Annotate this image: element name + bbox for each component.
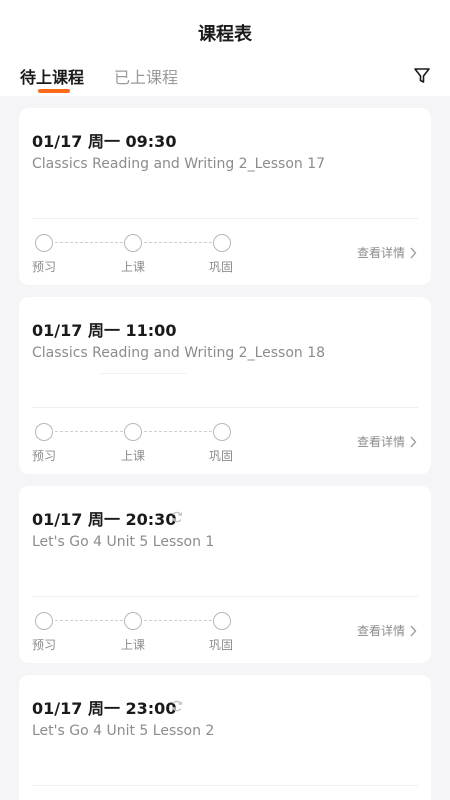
step-preview-circle (35, 234, 53, 252)
step-connector (55, 242, 123, 243)
course-progress-steps: 预习 上课 巩固 (19, 234, 319, 274)
card-divider (32, 218, 418, 219)
tab-upcoming[interactable]: 待上课程 (20, 64, 84, 88)
step-connector (144, 431, 212, 432)
course-title: Let's Go 4 Unit 5 Lesson 2 (32, 723, 215, 739)
course-card[interactable]: 01/17 周一 23:00 Let's Go 4 Unit 5 Lesson … (19, 675, 431, 800)
page-title: 课程表 (198, 24, 252, 45)
view-details-label: 查看详情 (356, 624, 405, 638)
step-review-label: 巩固 (209, 638, 234, 652)
tab-completed[interactable]: 已上课程 (114, 64, 178, 88)
step-class-label: 上课 (121, 449, 146, 463)
chevron-right-icon (410, 625, 417, 636)
course-time: 01/17 周一 09:30 (32, 132, 177, 151)
course-card[interactable]: 01/17 周一 09:30 Classics Reading and Writ… (19, 108, 431, 285)
card-divider (32, 407, 418, 408)
step-class-label: 上课 (121, 260, 146, 274)
step-preview-label: 预习 (32, 260, 57, 274)
view-details-label: 查看详情 (356, 246, 405, 260)
chevron-right-icon (410, 436, 417, 447)
course-card[interactable]: 01/17 周一 11:00 Classics Reading and Writ… (19, 297, 431, 474)
step-connector (55, 620, 123, 621)
step-class-circle (124, 234, 142, 252)
step-class-circle (124, 423, 142, 441)
course-time: 01/17 周一 11:00 (32, 321, 177, 340)
step-review-circle (213, 612, 231, 630)
course-card[interactable]: 01/17 周一 20:30 Let's Go 4 Unit 5 Lesson … (19, 486, 431, 663)
placeholder-line (99, 373, 187, 374)
step-review-circle (213, 234, 231, 252)
step-review-circle (213, 423, 231, 441)
card-divider (32, 596, 418, 597)
course-time: 01/17 周一 23:00 (32, 699, 177, 718)
step-preview-circle (35, 423, 53, 441)
step-connector (144, 620, 212, 621)
top-bar: 课程表 待上课程 已上课程 (0, 0, 450, 96)
step-preview-circle (35, 612, 53, 630)
view-details-link[interactable]: 查看详情 (357, 622, 417, 639)
step-connector (144, 242, 212, 243)
filter-icon[interactable] (412, 66, 432, 86)
course-progress-steps: 预习 上课 巩固 (19, 423, 319, 463)
step-class-label: 上课 (121, 638, 146, 652)
chevron-right-icon (410, 247, 417, 258)
card-divider (32, 785, 418, 786)
course-title: Let's Go 4 Unit 5 Lesson 1 (32, 534, 215, 550)
step-connector (55, 431, 123, 432)
sync-icon (171, 700, 183, 712)
step-class-circle (124, 612, 142, 630)
course-progress-steps: 预习 上课 巩固 (19, 612, 319, 652)
view-details-label: 查看详情 (356, 435, 405, 449)
course-title: Classics Reading and Writing 2_Lesson 17 (32, 156, 326, 172)
view-details-link[interactable]: 查看详情 (357, 433, 417, 450)
course-time: 01/17 周一 20:30 (32, 510, 177, 529)
view-details-link[interactable]: 查看详情 (357, 244, 417, 261)
step-preview-label: 预习 (32, 449, 57, 463)
sync-icon (171, 511, 183, 523)
course-title: Classics Reading and Writing 2_Lesson 18 (32, 345, 326, 361)
step-preview-label: 预习 (32, 638, 57, 652)
step-review-label: 巩固 (209, 449, 234, 463)
tab-active-indicator (38, 89, 70, 93)
step-review-label: 巩固 (209, 260, 234, 274)
